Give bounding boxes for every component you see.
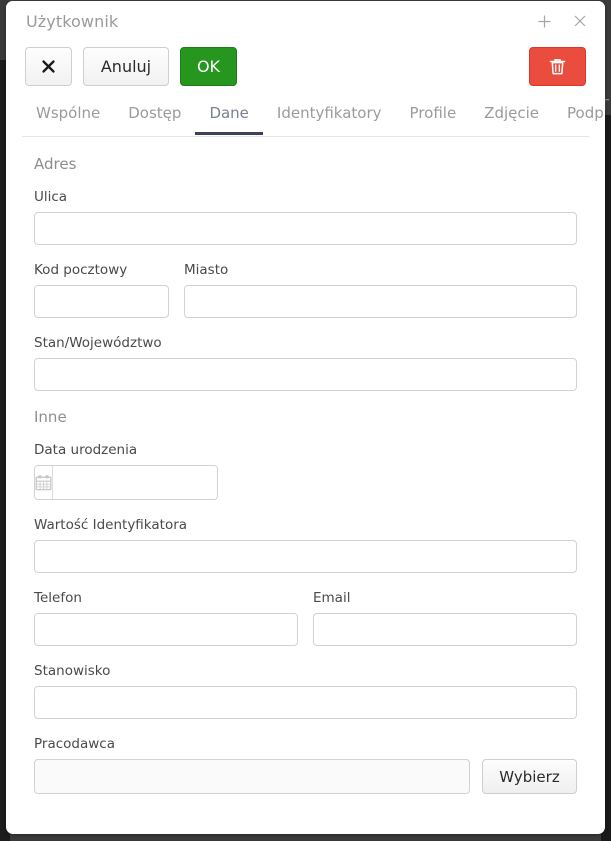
calendar-icon[interactable]: [35, 466, 53, 499]
section-title-other: Inne: [34, 408, 577, 426]
email-input[interactable]: [313, 613, 577, 646]
street-input[interactable]: [34, 212, 577, 245]
tab-identyfikatory[interactable]: Identyfikatory: [263, 103, 396, 135]
field-label-phone: Telefon: [34, 590, 298, 606]
trash-icon: [549, 58, 566, 76]
field-label-birthdate: Data urodzenia: [34, 442, 577, 458]
dane-form: Adres Ulica Kod pocztowy Miasto Stan/Woj…: [6, 137, 605, 794]
field-label-email: Email: [313, 590, 577, 606]
toolbar-right-group: [529, 47, 586, 86]
user-dialog: Użytkownik Anuluj OK: [6, 1, 605, 834]
birthdate-input[interactable]: [53, 466, 218, 499]
ok-button[interactable]: OK: [180, 47, 237, 86]
tab-dane[interactable]: Dane: [195, 103, 262, 135]
tab-dostep[interactable]: Dostęp: [114, 103, 195, 135]
field-label-position: Stanowisko: [34, 663, 577, 679]
city-input[interactable]: [184, 285, 577, 318]
field-state: Stan/Województwo: [34, 335, 577, 391]
field-label-state: Stan/Województwo: [34, 335, 577, 351]
field-identifier-value: Wartość Identyfikatora: [34, 517, 577, 573]
close-icon[interactable]: [569, 10, 591, 32]
dialog-toolbar: Anuluj OK: [6, 45, 605, 103]
cancel-button[interactable]: Anuluj: [83, 47, 169, 86]
position-input[interactable]: [34, 686, 577, 719]
field-row-postcode-city: Kod pocztowy Miasto: [34, 262, 577, 318]
titlebar-actions: [533, 10, 591, 32]
delete-button[interactable]: [529, 47, 586, 86]
field-postcode: Kod pocztowy: [34, 262, 169, 318]
section-title-address: Adres: [34, 155, 577, 173]
toolbar-left-group: Anuluj OK: [25, 47, 237, 86]
field-label-identifier-value: Wartość Identyfikatora: [34, 517, 577, 533]
dialog-titlebar: Użytkownik: [6, 1, 605, 45]
employer-control: Wybierz: [34, 759, 577, 794]
postcode-input[interactable]: [34, 285, 169, 318]
tabs-divider: [22, 136, 589, 137]
tab-podpis[interactable]: Podpis: [553, 103, 605, 135]
dialog-title: Użytkownik: [26, 12, 118, 31]
identifier-value-input[interactable]: [34, 540, 577, 573]
state-input[interactable]: [34, 358, 577, 391]
phone-input[interactable]: [34, 613, 298, 646]
dialog-tabs: Wspólne Dostęp Dane Identyfikatory Profi…: [6, 103, 605, 137]
close-button[interactable]: [25, 47, 72, 86]
birthdate-control: [34, 465, 218, 500]
field-label-employer: Pracodawca: [34, 736, 577, 752]
field-label-street: Ulica: [34, 189, 577, 205]
field-row-phone-email: Telefon Email: [34, 590, 577, 646]
field-street: Ulica: [34, 189, 577, 245]
field-birthdate: Data urodzenia: [34, 442, 577, 500]
field-label-city: Miasto: [184, 262, 577, 278]
tab-profile[interactable]: Profile: [396, 103, 471, 135]
field-position: Stanowisko: [34, 663, 577, 719]
field-email: Email: [313, 590, 577, 646]
field-label-postcode: Kod pocztowy: [34, 262, 169, 278]
field-city: Miasto: [184, 262, 577, 318]
employer-input[interactable]: [34, 759, 470, 794]
field-employer: Pracodawca Wybierz: [34, 736, 577, 794]
tab-wspolne[interactable]: Wspólne: [22, 103, 114, 135]
x-icon: [41, 59, 56, 74]
employer-pick-button[interactable]: Wybierz: [482, 759, 577, 794]
plus-icon[interactable]: [533, 10, 555, 32]
tab-zdjecie[interactable]: Zdjęcie: [470, 103, 553, 135]
field-phone: Telefon: [34, 590, 298, 646]
